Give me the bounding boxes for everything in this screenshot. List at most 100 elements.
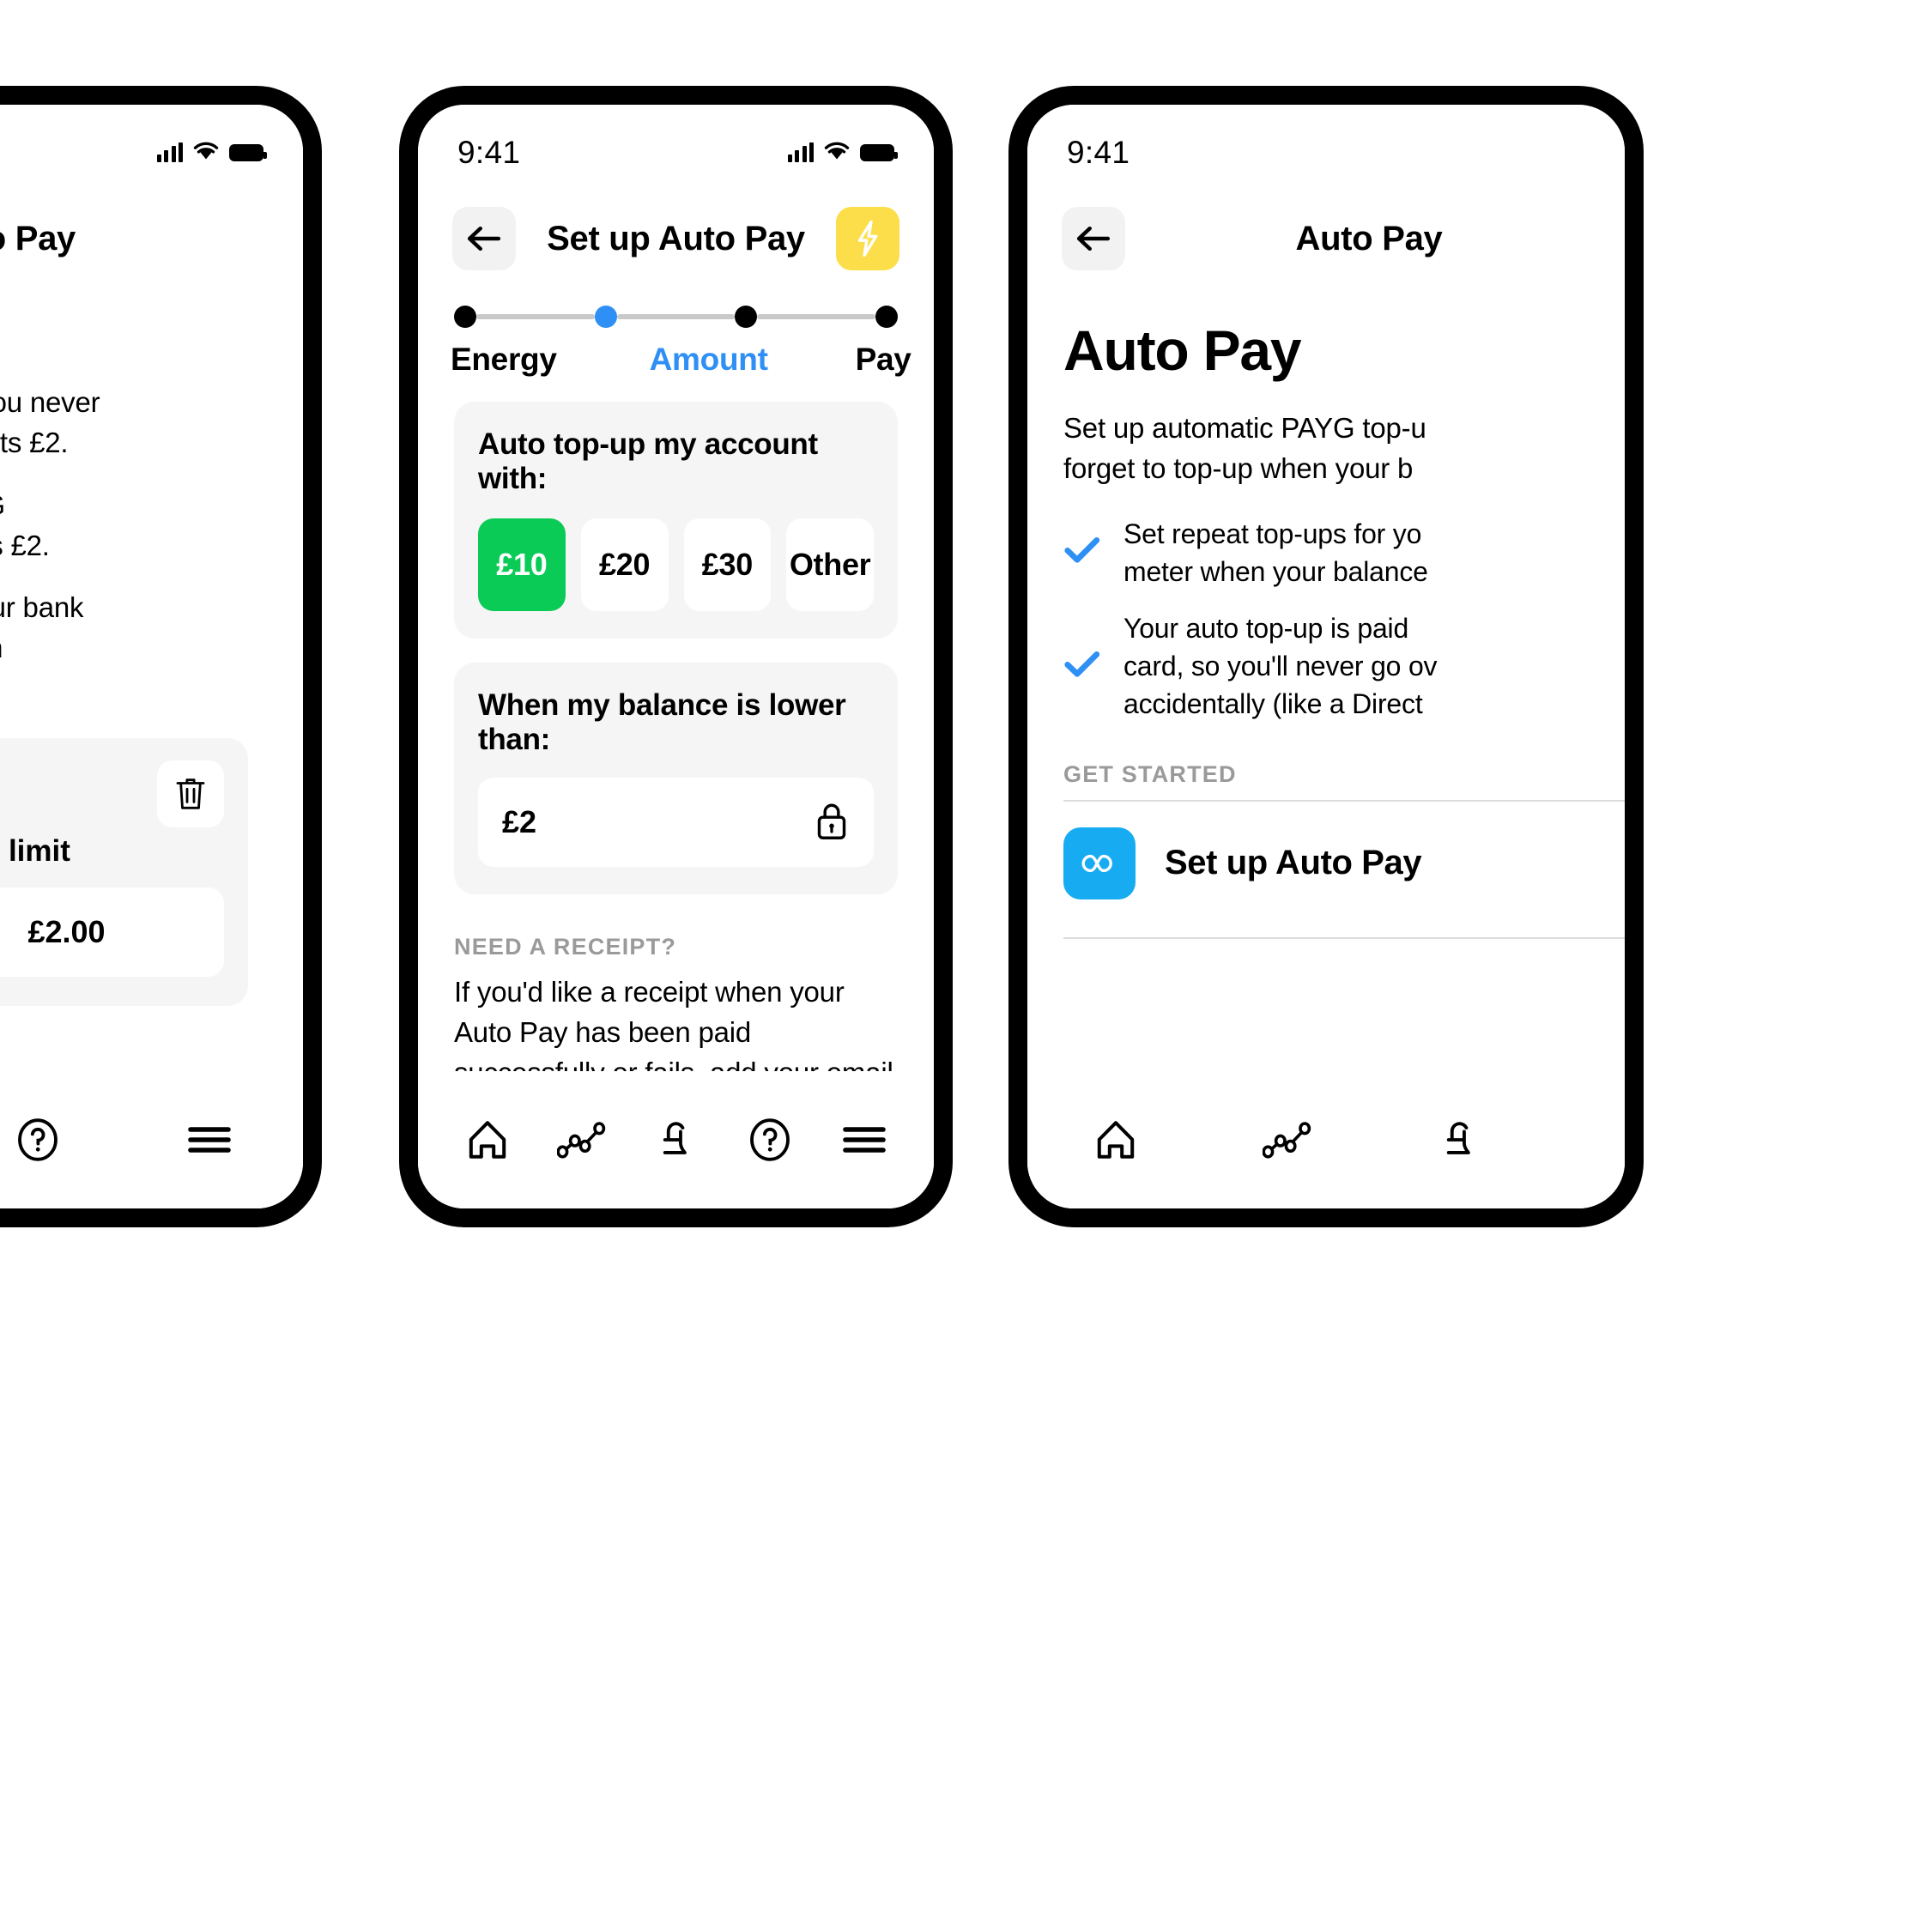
infinity-icon bbox=[1063, 827, 1136, 899]
tab-bar-left bbox=[0, 1071, 303, 1208]
menu-icon bbox=[188, 1127, 231, 1153]
nav-bar-right: Auto Pay bbox=[1027, 184, 1625, 287]
status-icons-center bbox=[787, 142, 898, 165]
stepper-dot-done[interactable] bbox=[875, 306, 899, 328]
status-time-right: 9:41 bbox=[1067, 135, 1130, 170]
stepper-dot-amount[interactable] bbox=[594, 306, 617, 328]
stepper-dot-pay[interactable] bbox=[735, 306, 758, 328]
battery-icon bbox=[229, 144, 267, 161]
topup-amount-options: £10 £20 £30 Other bbox=[478, 518, 874, 611]
right-heading: Auto Pay bbox=[1063, 318, 1302, 382]
tab-home-center[interactable] bbox=[449, 1101, 526, 1178]
topup-option-20[interactable]: £20 bbox=[580, 518, 669, 611]
balance-threshold-field[interactable]: £2 bbox=[478, 778, 874, 867]
pound-icon bbox=[663, 1122, 687, 1154]
setup-auto-pay-label: Set up Auto Pay bbox=[1165, 844, 1422, 881]
home-icon bbox=[1097, 1121, 1135, 1159]
tab-help-center[interactable] bbox=[731, 1101, 809, 1178]
nav-bar-center: Set up Auto Pay bbox=[418, 184, 934, 287]
help-icon bbox=[750, 1118, 790, 1161]
tab-pound-center[interactable] bbox=[637, 1101, 714, 1178]
status-time-center: 9:41 bbox=[457, 135, 521, 170]
benefit-2-line-1: Your auto top-up is paid bbox=[1123, 613, 1409, 645]
tab-usage-center[interactable] bbox=[543, 1101, 621, 1178]
benefit-2-line-3: accidentally (like a Direct bbox=[1123, 688, 1423, 720]
left-body3-line-1: op-up is paid with your bank bbox=[0, 591, 84, 624]
receipt-section-label: NEED A RECEIPT? bbox=[454, 934, 677, 960]
phone-mockup-center: 9:41 Set up Auto Pay Energy Amount Pay A… bbox=[399, 86, 953, 1227]
back-arrow-icon bbox=[1076, 226, 1111, 251]
balance-threshold-title: When my balance is lower than: bbox=[478, 688, 846, 756]
signal-icon bbox=[156, 142, 183, 162]
get-started-label: GET STARTED bbox=[1063, 760, 1237, 787]
wifi-icon bbox=[824, 142, 850, 165]
credit-limit-card: Credit limit £2.00 bbox=[0, 738, 248, 1007]
screen-right: 9:41 Auto Pay Auto Pay Set up automatic … bbox=[1027, 105, 1625, 1208]
tab-pound-right[interactable] bbox=[1420, 1101, 1498, 1178]
delete-button[interactable] bbox=[157, 760, 224, 828]
left-body2-line-2: your balance reaches £2. bbox=[0, 529, 50, 561]
page-title-center: Set up Auto Pay bbox=[547, 219, 805, 257]
home-icon bbox=[469, 1121, 506, 1159]
tab-help-left[interactable] bbox=[0, 1101, 76, 1178]
topup-option-30[interactable]: £30 bbox=[683, 518, 772, 611]
check-icon bbox=[1063, 535, 1101, 570]
benefit-1-line-1: Set repeat top-ups for yo bbox=[1123, 518, 1422, 549]
stepper-labels: Energy Amount Pay Done bbox=[451, 342, 911, 378]
stepper-segment-2 bbox=[616, 314, 736, 319]
credit-limit-value[interactable]: £2.00 bbox=[0, 887, 224, 978]
lightning-bolt-icon bbox=[857, 220, 878, 257]
tab-home-right[interactable] bbox=[1077, 1101, 1154, 1178]
left-body-line-1: c PAYG top-ups so you never bbox=[0, 386, 100, 418]
divider-bottom bbox=[1063, 936, 1625, 939]
usage-chart-icon bbox=[556, 1122, 605, 1159]
content-right: Auto Pay Set up automatic PAYG top-u for… bbox=[1027, 318, 1625, 939]
setup-auto-pay-row[interactable]: Set up Auto Pay bbox=[1063, 802, 1625, 925]
menu-icon bbox=[843, 1127, 886, 1153]
left-body2-line-1: op-ups for your PAYG bbox=[0, 489, 5, 521]
left-body-1: c PAYG top-ups so you never when your ba… bbox=[0, 383, 267, 463]
signal-icon bbox=[787, 142, 814, 162]
status-bar-right: 9:41 bbox=[1027, 105, 1625, 184]
left-body-2: op-ups for your PAYG your balance reache… bbox=[0, 486, 267, 566]
back-arrow-icon bbox=[467, 226, 501, 251]
back-button[interactable] bbox=[452, 207, 516, 270]
right-intro-line-2: forget to top-up when your b bbox=[1063, 451, 1414, 484]
boost-button[interactable] bbox=[836, 207, 899, 270]
help-icon bbox=[18, 1118, 58, 1161]
tab-menu-center[interactable] bbox=[826, 1101, 903, 1178]
phone-mockup-right: 9:41 Auto Pay Auto Pay Set up automatic … bbox=[1008, 86, 1644, 1227]
benefits-list: Set repeat top-ups for yo meter when you… bbox=[1063, 515, 1625, 724]
nav-bar-left: Auto Pay bbox=[0, 184, 303, 287]
benefit-text-1: Set repeat top-ups for yo meter when you… bbox=[1123, 515, 1428, 591]
tab-usage-right[interactable] bbox=[1249, 1101, 1326, 1178]
battery-icon bbox=[860, 144, 898, 161]
left-body-line-2: when your balance hits £2. bbox=[0, 426, 69, 458]
screen-left: Auto Pay c PAYG top-ups so you never whe… bbox=[0, 105, 303, 1208]
tab-bar-center bbox=[418, 1071, 934, 1208]
progress-stepper: Energy Amount Pay Done bbox=[418, 287, 934, 378]
stepper-label-done: Done bbox=[911, 342, 934, 378]
left-body-3: op-up is paid with your bank ll never go… bbox=[0, 588, 267, 709]
stepper-label-amount: Amount bbox=[649, 342, 768, 377]
balance-threshold-value: £2 bbox=[502, 804, 537, 839]
stepper-dot-energy[interactable] bbox=[454, 306, 476, 328]
right-intro: Set up automatic PAYG top-u forget to to… bbox=[1063, 409, 1625, 489]
topup-option-10[interactable]: £10 bbox=[478, 518, 566, 611]
tab-menu-left[interactable] bbox=[171, 1101, 248, 1178]
check-icon bbox=[1063, 649, 1101, 684]
phone-mockup-left: Auto Pay c PAYG top-ups so you never whe… bbox=[0, 86, 322, 1227]
back-button-right[interactable] bbox=[1062, 207, 1125, 270]
stepper-segment-1 bbox=[476, 314, 595, 319]
topup-amount-card: Auto top-up my account with: £10 £20 £30… bbox=[454, 402, 898, 639]
tab-bar-right bbox=[1027, 1071, 1625, 1208]
credit-limit-row: £2.00 bbox=[0, 887, 224, 978]
status-icons bbox=[156, 142, 267, 165]
topup-option-other[interactable]: Other bbox=[786, 518, 874, 611]
stepper-track bbox=[454, 306, 899, 328]
content-left: c PAYG top-ups so you never when your ba… bbox=[0, 383, 303, 1007]
wifi-icon bbox=[193, 142, 219, 165]
benefit-2-line-2: card, so you'll never go ov bbox=[1123, 651, 1438, 682]
screenshot-canvas: Auto Pay c PAYG top-ups so you never whe… bbox=[0, 0, 1932, 1932]
benefit-1-line-2: meter when your balance bbox=[1123, 555, 1428, 587]
